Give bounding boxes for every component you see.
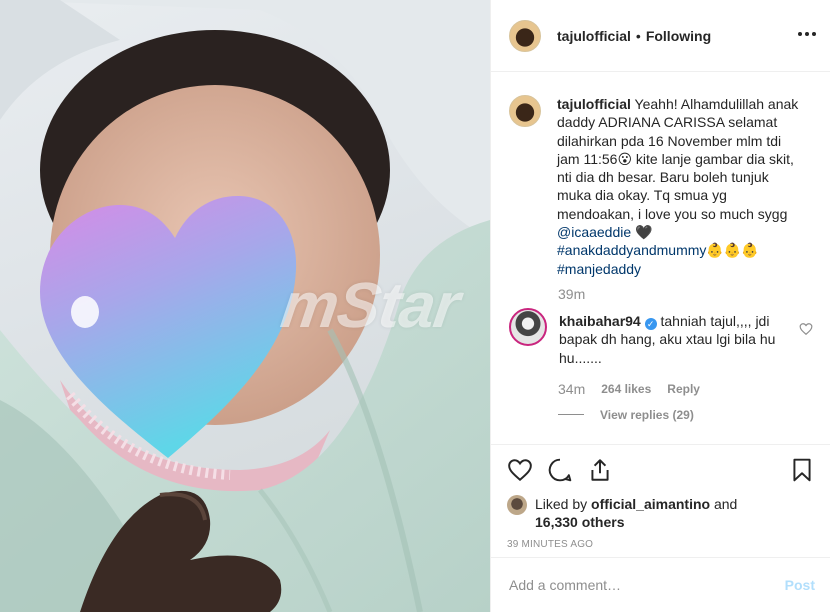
post-button[interactable]: Post (785, 577, 815, 593)
comment-like-heart-icon[interactable] (799, 322, 813, 336)
caption: tajulofficial Yeahh! Alhamdulillah anak … (509, 95, 815, 278)
caption-hashtag-2[interactable]: #manjedaddy (557, 261, 641, 277)
caption-heart-emoji: 🖤 (635, 224, 653, 241)
more-options-icon[interactable] (798, 24, 816, 44)
liker-avatar[interactable] (507, 495, 527, 515)
watermark: mStar (276, 269, 464, 341)
author-avatar[interactable] (509, 19, 541, 52)
comment-item: khaibahar94 ✓ tahniah tajul,,,, jdi bapa… (509, 307, 815, 367)
caption-author[interactable]: tajulofficial (557, 96, 631, 112)
caption-text-block: tajulofficial Yeahh! Alhamdulillah anak … (557, 95, 803, 278)
comment-likes[interactable]: 264 likes (601, 382, 651, 396)
comment-input[interactable] (509, 577, 785, 593)
comment-meta: 34m 264 likes Reply (558, 381, 815, 397)
comment-icon[interactable] (547, 457, 573, 483)
verified-icon: ✓ (644, 317, 657, 330)
liked-by: Liked by official_aimantino and 16,330 o… (507, 495, 815, 531)
comments-section: tajulofficial Yeahh! Alhamdulillah anak … (491, 73, 830, 444)
liked-by-text: Liked by official_aimantino and 16,330 o… (535, 495, 737, 531)
action-icons (507, 455, 815, 485)
caption-author-avatar[interactable] (509, 95, 541, 127)
commenter-username[interactable]: khaibahar94 (559, 313, 641, 329)
separator-dot: • (635, 27, 641, 44)
actions-section: Liked by official_aimantino and 16,330 o… (491, 444, 830, 554)
comment-text-block: khaibahar94 ✓ tahniah tajul,,,, jdi bapa… (559, 308, 791, 367)
post-timestamp: 39 MINUTES AGO (507, 539, 594, 550)
view-replies-label: View replies (29) (600, 407, 694, 422)
liked-by-and: and (713, 496, 738, 512)
reply-button[interactable]: Reply (667, 382, 700, 396)
commenter-avatar[interactable] (509, 307, 547, 346)
liked-by-others[interactable]: 16,330 others (535, 514, 625, 530)
post-photo[interactable]: mStar (0, 0, 490, 612)
view-replies-button[interactable]: View replies (29) (558, 408, 815, 422)
author-username[interactable]: tajulofficial (557, 28, 631, 44)
add-comment-bar: Post (491, 557, 830, 612)
share-icon[interactable] (587, 457, 613, 483)
bookmark-icon[interactable] (789, 457, 815, 483)
caption-time: 39m (558, 285, 586, 302)
caption-hashtag-1[interactable]: #anakdaddyandmummy👶👶👶 (557, 242, 759, 258)
following-button[interactable]: Following (646, 28, 711, 44)
view-replies-line (558, 414, 584, 416)
liked-by-prefix: Liked by (535, 496, 588, 512)
caption-text: Yeahh! Alhamdulillah anak daddy ADRIANA … (557, 96, 799, 222)
liked-by-user[interactable]: official_aimantino (591, 496, 710, 512)
post-header: tajulofficial • Following (491, 0, 830, 72)
post-side-panel: tajulofficial • Following tajulofficial … (490, 0, 830, 612)
comment-time: 34m (558, 380, 586, 397)
heart-icon[interactable] (507, 457, 533, 483)
caption-mention[interactable]: @icaaeddie (557, 224, 631, 240)
